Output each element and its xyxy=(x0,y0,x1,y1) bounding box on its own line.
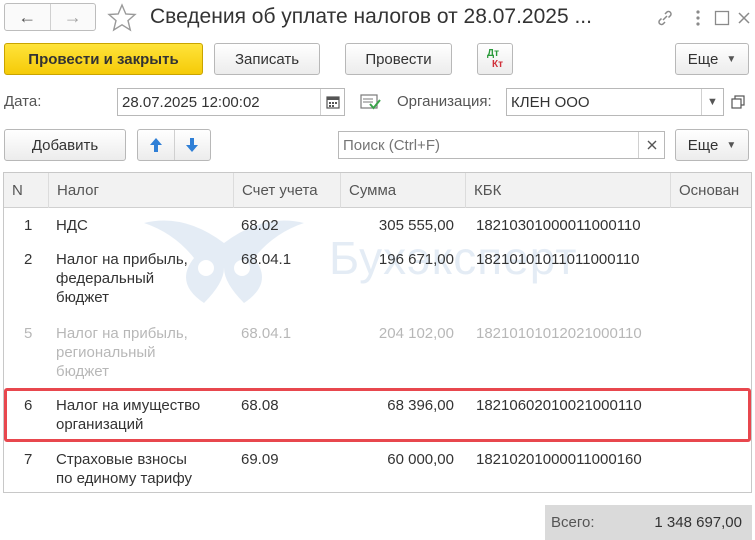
tax-name-line: НДС xyxy=(56,217,88,234)
row-highlight-frame xyxy=(4,388,751,442)
post-button[interactable]: Провести xyxy=(345,43,452,75)
row-number: 5 xyxy=(24,325,33,342)
organization-label: Организация: xyxy=(397,93,492,110)
tax-name-line: по единому тарифу xyxy=(56,470,192,487)
navigation-group: ← → xyxy=(4,3,96,31)
tax-name: Налог на прибыль, региональный бюджет xyxy=(56,324,188,381)
taxes-table: N Налог Счет учета Сумма КБК Основан Бух… xyxy=(3,172,752,493)
restore-window-icon[interactable] xyxy=(712,8,732,28)
table-row[interactable]: 5 Налог на прибыль, региональный бюджет … xyxy=(4,316,751,388)
column-header-kbk[interactable]: КБК xyxy=(465,173,670,208)
table-row[interactable]: 1 НДС 68.02 305 555,00 18210301000011000… xyxy=(4,208,751,242)
tax-name-line: бюджет xyxy=(56,363,110,380)
organization-value: КЛЕН ООО xyxy=(511,93,590,111)
document-posted-icon xyxy=(360,92,382,112)
search-field[interactable] xyxy=(338,131,665,159)
back-arrow-icon[interactable]: ← xyxy=(5,4,50,30)
more-menu-label: Еще xyxy=(687,50,719,68)
column-header-n[interactable]: N xyxy=(4,173,48,208)
window-title: Сведения об уплате налогов от 28.07.2025… xyxy=(150,5,592,28)
more-vertical-icon[interactable] xyxy=(688,8,708,28)
link-icon[interactable] xyxy=(655,8,675,28)
kbk-cell: 18210201000011000160 xyxy=(476,451,642,468)
account-cell: 68.04.1 xyxy=(241,325,292,342)
account-cell: 68.04.1 xyxy=(241,251,292,268)
move-down-icon[interactable] xyxy=(175,130,211,160)
row-number: 7 xyxy=(24,451,33,468)
add-row-button[interactable]: Добавить xyxy=(4,129,126,161)
close-icon[interactable] xyxy=(734,8,754,28)
tax-name: Страховые взносы по единому тарифу xyxy=(56,450,192,488)
total-label: Всего: xyxy=(551,514,595,531)
chevron-down-icon: ▼ xyxy=(726,139,737,151)
tax-name-line: региональный xyxy=(56,344,156,361)
favorite-star-icon[interactable] xyxy=(107,3,137,33)
tax-name-line: Налог на прибыль, xyxy=(56,251,188,268)
table-more-menu-button[interactable]: Еще ▼ xyxy=(675,129,749,161)
tax-name: Налог на прибыль, федеральный бюджет xyxy=(56,250,188,307)
row-number: 1 xyxy=(24,217,33,234)
row-number: 2 xyxy=(24,251,33,268)
column-header-basis[interactable]: Основан xyxy=(670,173,751,208)
kt-label: Кт xyxy=(492,59,504,70)
column-header-account[interactable]: Счет учета xyxy=(233,173,340,208)
tax-name-line: Налог на прибыль, xyxy=(56,325,188,342)
table-header: N Налог Счет учета Сумма КБК Основан xyxy=(4,173,751,208)
account-cell: 68.02 xyxy=(241,217,279,234)
row-cutoff-overlay xyxy=(4,307,751,321)
sum-cell: 305 555,00 xyxy=(378,217,454,234)
table-row[interactable]: 2 Налог на прибыль, федеральный бюджет 6… xyxy=(4,242,751,316)
dt-label: Дт xyxy=(487,48,500,59)
title-bar: ← → Сведения об уплате налогов от 28.07.… xyxy=(0,0,755,36)
organization-field[interactable]: КЛЕН ООО ▼ xyxy=(506,88,724,116)
move-buttons-group xyxy=(137,129,211,161)
sum-cell: 204 102,00 xyxy=(378,325,454,342)
date-value: 28.07.2025 12:00:02 xyxy=(122,93,260,111)
sum-cell: 196 671,00 xyxy=(378,251,454,268)
kbk-cell: 18210101011011000110 xyxy=(476,251,640,268)
dt-kt-entries-button[interactable]: Дт Кт xyxy=(477,43,513,75)
table-row[interactable]: 7 Страховые взносы по единому тарифу 69.… xyxy=(4,442,751,492)
forward-arrow-icon[interactable]: → xyxy=(49,4,96,30)
calendar-icon[interactable] xyxy=(320,89,344,115)
kbk-cell: 18210301000011000110 xyxy=(476,217,641,234)
total-bar: Всего: 1 348 697,00 xyxy=(545,505,752,540)
open-organization-icon[interactable] xyxy=(727,88,749,116)
tax-name-line: бюджет xyxy=(56,289,110,306)
search-input[interactable] xyxy=(343,136,633,154)
tax-name-line: федеральный xyxy=(56,270,155,287)
tax-name-line: Страховые взносы xyxy=(56,451,187,468)
save-button[interactable]: Записать xyxy=(214,43,320,75)
column-header-tax[interactable]: Налог xyxy=(48,173,233,208)
account-cell: 69.09 xyxy=(241,451,279,468)
clear-search-icon[interactable] xyxy=(638,132,664,158)
move-up-icon[interactable] xyxy=(138,130,175,160)
column-header-sum[interactable]: Сумма xyxy=(340,173,465,208)
total-value: 1 348 697,00 xyxy=(654,514,742,531)
more-menu-button[interactable]: Еще ▼ xyxy=(675,43,749,75)
tax-name: НДС xyxy=(56,216,88,235)
date-field[interactable]: 28.07.2025 12:00:02 xyxy=(117,88,345,116)
kbk-cell: 18210101012021000110 xyxy=(476,325,642,342)
post-and-close-button[interactable]: Провести и закрыть xyxy=(4,43,203,75)
sum-cell: 60 000,00 xyxy=(387,451,454,468)
table-more-menu-label: Еще xyxy=(687,136,719,154)
chevron-down-icon: ▼ xyxy=(726,53,737,65)
date-label: Дата: xyxy=(4,93,42,110)
chevron-down-icon[interactable]: ▼ xyxy=(701,89,723,115)
